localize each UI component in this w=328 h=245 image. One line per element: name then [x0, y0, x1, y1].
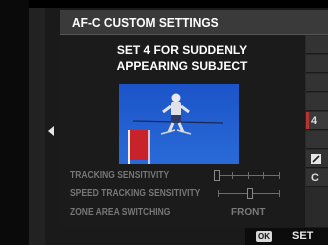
red-gate-icon: [128, 130, 150, 164]
zone-area-switching-value[interactable]: FRONT: [231, 207, 265, 218]
slider-tick: [279, 190, 280, 197]
set-label: SET: [292, 230, 314, 242]
slider-tick: [279, 172, 280, 179]
side-menu-item[interactable]: 4: [306, 112, 328, 130]
tracking-sensitivity-slider[interactable]: [214, 170, 280, 181]
left-arrow-icon[interactable]: [48, 126, 54, 136]
camera-bezel: [0, 0, 29, 245]
zone-area-switching-label: ZONE AREA SWITCHING: [70, 207, 171, 218]
tracking-sensitivity-label: TRACKING SENSITIVITY: [70, 170, 170, 181]
slider-tick: [218, 190, 219, 197]
ok-button-icon[interactable]: OK: [256, 231, 272, 242]
side-menu-item[interactable]: [306, 74, 328, 92]
side-menu-label: 4: [311, 114, 318, 127]
side-menu-item[interactable]: C: [306, 169, 328, 187]
preset-illustration: [119, 84, 239, 164]
slider-tick: [232, 172, 233, 179]
speed-tracking-sensitivity-label: SPEED TRACKING SENSITIVITY: [70, 188, 201, 199]
side-menu-item[interactable]: [306, 55, 328, 73]
side-menu-item[interactable]: [306, 131, 328, 149]
wrench-icon: [311, 153, 321, 164]
side-menu-label: C: [311, 171, 319, 184]
preset-title-line2: APPEARING SUBJECT: [116, 59, 248, 73]
left-nav-strip: [29, 8, 45, 245]
speed-tracking-sensitivity-slider[interactable]: [218, 188, 280, 199]
slider-thumb[interactable]: [214, 170, 220, 181]
slider-tick: [248, 172, 249, 179]
side-menu-item[interactable]: [306, 93, 328, 111]
slider-tick: [263, 172, 264, 179]
side-menu-item[interactable]: [306, 36, 328, 54]
slider-thumb[interactable]: [247, 188, 253, 199]
page-title: AF-C CUSTOM SETTINGS: [72, 15, 219, 30]
preset-title-line1: SET 4 FOR SUDDENLY: [116, 43, 248, 57]
side-menu-item[interactable]: [306, 150, 328, 168]
